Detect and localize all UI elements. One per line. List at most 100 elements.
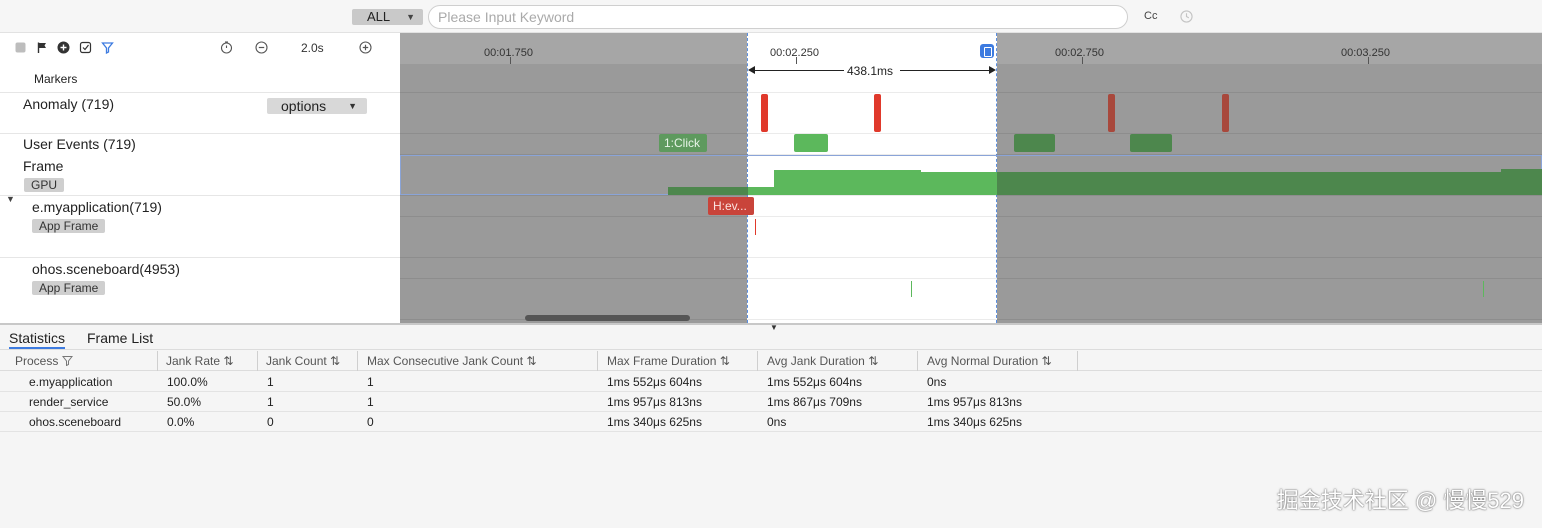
row-divider (400, 92, 1542, 93)
anomaly-marker[interactable] (874, 94, 881, 132)
horizontal-scrollbar[interactable] (525, 315, 690, 321)
tab-frame-list[interactable]: Frame List (87, 330, 153, 346)
column-header-jank-rate[interactable]: Jank Rate ⇅ (166, 354, 233, 368)
column-divider[interactable] (357, 351, 358, 371)
ruler-tick-label: 00:03.250 (1341, 47, 1390, 59)
column-header-avg-jank-duration[interactable]: Avg Jank Duration ⇅ (767, 354, 878, 368)
anomaly-options-dropdown[interactable]: options ▼ (267, 98, 367, 114)
sort-icon[interactable]: ⇅ (720, 354, 730, 368)
app-track-label-myapplication[interactable]: e.myapplication(719) (32, 199, 162, 215)
table-row[interactable]: ohos.sceneboard 0.0% 0 0 1ms 340μs 625ns… (0, 412, 1542, 432)
measure-line (750, 70, 844, 71)
measure-arrow-right-icon (989, 66, 996, 74)
add-marker-icon[interactable] (57, 41, 70, 54)
ruler-tick-label: 00:02.250 (770, 47, 819, 59)
scope-select-value: ALL (367, 9, 391, 24)
table-row[interactable]: render_service 50.0% 1 1 1ms 957μs 813ns… (0, 392, 1542, 412)
bookmark-flag-icon[interactable] (980, 44, 994, 58)
column-header-process[interactable]: Process (15, 354, 73, 368)
zoom-out-icon[interactable] (255, 41, 268, 54)
markers-label: Markers (34, 72, 78, 86)
row-divider (400, 195, 1542, 196)
scope-select[interactable]: ALL ▼ (352, 9, 423, 25)
cell-process: ohos.sceneboard (29, 415, 122, 429)
square-icon[interactable] (14, 41, 27, 54)
column-header-max-frame-duration[interactable]: Max Frame Duration ⇅ (607, 354, 730, 368)
gpu-usage-bar (774, 170, 921, 195)
row-divider (400, 216, 1542, 217)
cell-jank-rate: 0.0% (167, 415, 195, 429)
watermark: 掘金技术社区 @ 慢慢529 (1276, 488, 1524, 513)
cell-max-frame-duration: 1ms 957μs 813ns (607, 395, 702, 409)
user-event-label: 1:Click (664, 136, 701, 150)
user-event[interactable] (794, 134, 828, 152)
column-divider[interactable] (1077, 351, 1078, 371)
column-divider[interactable] (757, 351, 758, 371)
cell-avg-normal-duration: 1ms 957μs 813ns (927, 395, 1022, 409)
sort-icon[interactable]: ⇅ (1042, 354, 1052, 368)
sort-icon[interactable]: ⇅ (330, 354, 340, 368)
cell-jank-count: 0 (267, 415, 274, 429)
column-divider[interactable] (157, 351, 158, 371)
filter-icon[interactable] (101, 41, 114, 54)
user-events-track-label[interactable]: User Events (719) (23, 136, 136, 152)
row-divider (0, 195, 400, 196)
frame-track-label[interactable]: Frame (23, 158, 63, 174)
row-divider (400, 278, 1542, 279)
sort-icon[interactable]: ⇅ (526, 354, 536, 368)
anomaly-track-label[interactable]: Anomaly (719) (23, 96, 114, 112)
app-frame-tag: App Frame (32, 219, 106, 233)
sync-icon[interactable] (79, 41, 92, 54)
column-divider[interactable] (917, 351, 918, 371)
cell-avg-normal-duration: 0ns (927, 375, 947, 389)
track-label-panel: 2.0s Markers Anomaly (719) User Events (… (0, 33, 400, 323)
user-event-click[interactable]: 1:Click (659, 134, 707, 152)
options-label: options (281, 98, 327, 114)
cell-jank-count: 1 (267, 395, 274, 409)
measure-line (900, 70, 994, 71)
user-event[interactable] (1130, 134, 1172, 152)
user-event[interactable] (1014, 134, 1055, 152)
panel-collapse-icon[interactable]: ▼ (770, 323, 778, 332)
case-sensitive-button[interactable]: Cc (1144, 10, 1157, 22)
ruler-tick-label: 00:02.750 (1055, 47, 1104, 59)
cell-process: e.myapplication (29, 375, 113, 389)
column-header-avg-normal-duration[interactable]: Avg Normal Duration ⇅ (927, 354, 1052, 368)
gpu-usage-bar (748, 187, 774, 195)
column-divider[interactable] (597, 351, 598, 371)
timeline-toolbar: 2.0s (0, 33, 400, 64)
gpu-usage-bar (1501, 169, 1542, 195)
zoom-in-icon[interactable] (359, 41, 372, 54)
column-header-max-consecutive-jank-count[interactable]: Max Consecutive Jank Count ⇅ (367, 354, 536, 368)
tab-statistics[interactable]: Statistics (9, 330, 66, 349)
cell-process: render_service (29, 395, 109, 409)
app-frame-block[interactable]: H:ev... (708, 197, 754, 215)
filter-icon[interactable] (61, 355, 73, 367)
cell-max-frame-duration: 1ms 340μs 625ns (607, 415, 702, 429)
cell-avg-jank-duration: 0ns (767, 415, 787, 429)
reset-zoom-icon[interactable] (220, 41, 233, 54)
column-header-jank-count[interactable]: Jank Count ⇅ (266, 354, 340, 368)
frame-tick-mark (911, 281, 912, 297)
row-divider (0, 133, 400, 134)
column-divider[interactable] (257, 351, 258, 371)
cell-jank-rate: 50.0% (167, 395, 202, 409)
ruler-tick-label: 00:01.750 (484, 47, 533, 59)
gpu-usage-bar (921, 172, 997, 195)
cell-max-consecutive-jank-count: 0 (367, 415, 374, 429)
cell-max-consecutive-jank-count: 1 (367, 395, 374, 409)
clock-icon[interactable] (1180, 10, 1193, 23)
row-divider (0, 257, 400, 258)
anomaly-marker[interactable] (761, 94, 768, 132)
sort-icon[interactable]: ⇅ (223, 354, 233, 368)
anomaly-marker[interactable] (1222, 94, 1229, 132)
anomaly-marker[interactable] (1108, 94, 1115, 132)
search-input[interactable] (428, 5, 1128, 29)
table-header: Process Jank Rate ⇅ Jank Count ⇅ Max Con… (0, 349, 1542, 371)
flag-icon[interactable] (36, 41, 49, 54)
timeline-area[interactable]: 00:01.750 00:02.250 00:02.750 00:03.250 … (400, 33, 1542, 323)
table-row[interactable]: e.myapplication 100.0% 1 1 1ms 552μs 604… (0, 372, 1542, 392)
app-track-label-sceneboard[interactable]: ohos.sceneboard(4953) (32, 261, 180, 277)
sort-icon[interactable]: ⇅ (868, 354, 878, 368)
gpu-usage-bar (668, 187, 748, 195)
